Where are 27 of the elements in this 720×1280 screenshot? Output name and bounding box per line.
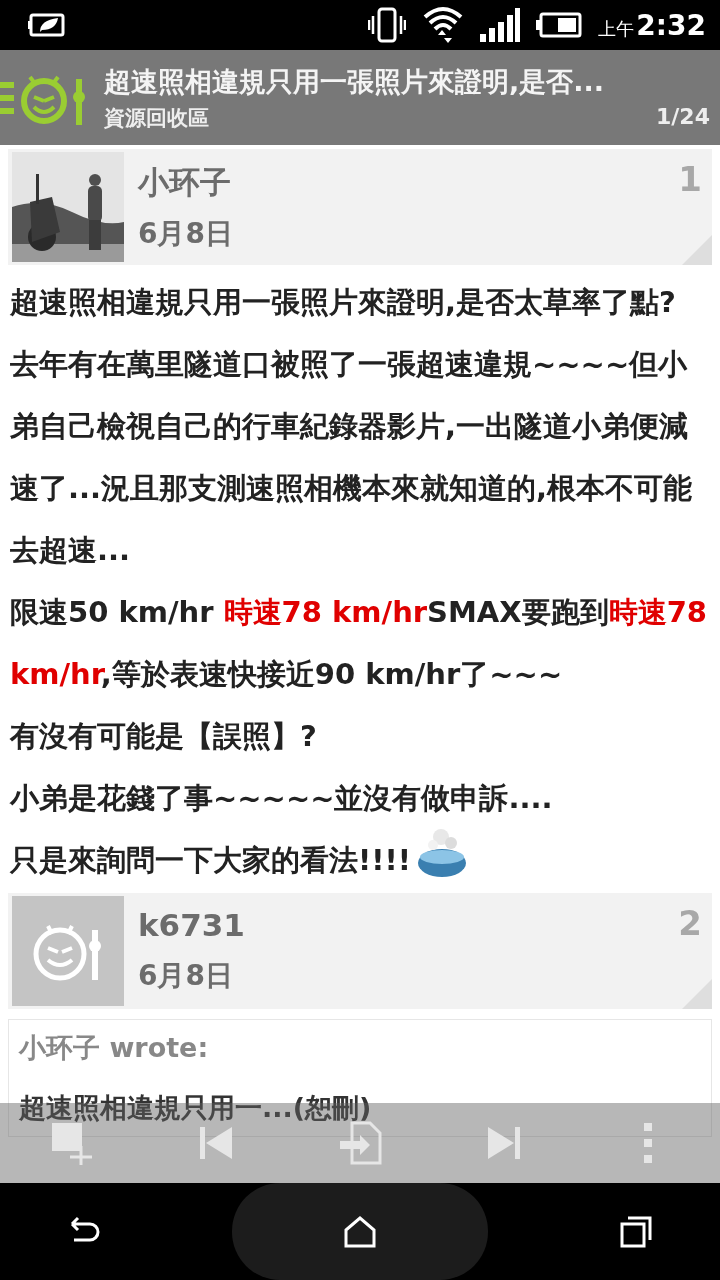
add-bookmark-icon[interactable] (50, 1121, 94, 1165)
post-date: 6月8日 (138, 215, 233, 252)
clock-period: 上午 (598, 16, 635, 41)
author-name[interactable]: k6731 (138, 907, 245, 943)
post-paragraph: 有沒有可能是【誤照】? (10, 718, 318, 755)
page-counter: 1/24 (656, 103, 710, 131)
post-number: 2 (678, 903, 702, 943)
post-paragraph: 去年有在萬里隧道口被照了一張超速違規~~~~但小弟自己檢視自己的行車紀錄器影片,一出隧道小弟便減速了...況且那支測速照相機本來就知道的,根本不可能去超速... (10, 346, 694, 569)
post-paragraph: 超速照相違規只用一張照片來證明,是否太草率了點? (10, 284, 677, 321)
corner-fold-icon (682, 235, 712, 265)
forum-name: 資源回收區 (104, 104, 209, 132)
export-icon[interactable] (338, 1121, 382, 1165)
post-paragraph: 小弟是花錢了事~~~~~並沒有做申訴.... (10, 780, 554, 817)
wifi-icon (422, 5, 465, 45)
clock-time: 2:32 (636, 8, 706, 42)
vibrate-icon (368, 6, 407, 44)
post-paragraph: 只是來詢問一下大家的看法!!!! (10, 829, 710, 891)
default-avatar-icon (12, 896, 124, 1006)
quote-author: 小环子 wrote: (19, 1031, 210, 1065)
corner-fold-icon (682, 979, 712, 1009)
post-date: 6月8日 (138, 958, 234, 994)
signal-icon (480, 8, 521, 42)
post-number: 1 (678, 159, 702, 199)
post-paragraph: 限速50 km/hr 時速78 km/hrSMAX要跑到時速78 km/hr,等於表速快接近90 km/hr了~~~ (10, 594, 708, 693)
thread-title: 超速照相違規只用一張照片來證明,是否... (104, 64, 606, 99)
author-name[interactable]: 小环子 (138, 161, 233, 204)
battery-icon (536, 11, 583, 39)
